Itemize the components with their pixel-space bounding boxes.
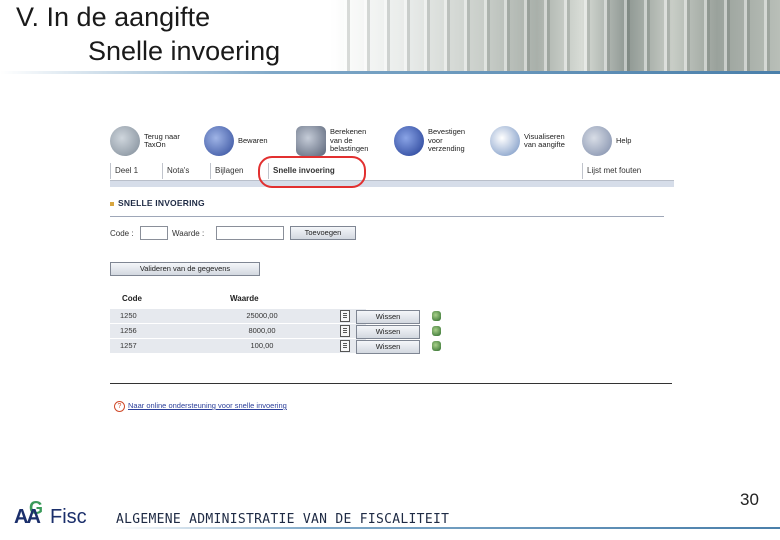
tab-bar — [110, 181, 674, 187]
validate-button[interactable]: Valideren van de gegevens — [110, 262, 260, 276]
toolbar-save-button[interactable]: Bewaren — [204, 120, 268, 162]
edit-icon[interactable] — [432, 326, 441, 336]
row-waarde: 100,00 — [158, 339, 366, 353]
footer-logo: G AA Fisc — [14, 498, 98, 534]
tab-strip: Deel 1 Nota's Bijlagen Snelle invoering … — [110, 162, 674, 181]
tab-highlight-circle — [258, 156, 366, 188]
toolbar-back-button[interactable]: Terug naar TaxOn — [110, 120, 180, 162]
header-photo — [330, 0, 780, 72]
back-arrow-icon — [110, 126, 140, 156]
section-title: SNELLE INVOERING — [110, 198, 205, 208]
document-icon[interactable] — [340, 325, 350, 337]
tab-lijst-met-fouten[interactable]: Lijst met fouten — [582, 163, 645, 179]
pen-sign-icon — [394, 126, 424, 156]
tab-notas[interactable]: Nota's — [162, 163, 193, 179]
app-screenshot: Terug naar TaxOn Bewaren Berekenen van d… — [106, 112, 676, 422]
edit-icon[interactable] — [432, 341, 441, 351]
footer-organization: ALGEMENE ADMINISTRATIE VAN DE FISCALITEI… — [116, 512, 450, 527]
toolbar-back-label: Terug naar TaxOn — [144, 131, 180, 149]
edit-icon[interactable] — [432, 311, 441, 321]
tab-deel-1[interactable]: Deel 1 — [110, 163, 142, 179]
help-link[interactable]: Naar online ondersteuning voor snelle in… — [128, 401, 287, 410]
document-icon[interactable] — [340, 310, 350, 322]
add-button[interactable]: Toevoegen — [290, 226, 356, 240]
toolbar-view-button[interactable]: Visualiseren van aangifte — [490, 120, 565, 162]
column-header-code: Code — [122, 294, 142, 303]
toolbar-help-label: Help — [616, 135, 632, 145]
slide-title: V. In de aangifte Snelle invoering — [16, 0, 280, 68]
header-rule — [0, 71, 780, 74]
code-input[interactable] — [140, 226, 168, 240]
column-header-waarde: Waarde — [230, 294, 259, 303]
section-title-text: SNELLE INVOERING — [118, 198, 205, 208]
content-bottom-rule — [110, 383, 672, 384]
table-row: 1256 8000,00 — [110, 324, 366, 338]
calculator-icon — [296, 126, 326, 156]
row-waarde: 8000,00 — [158, 324, 366, 338]
table-row: 1250 25000,00 — [110, 309, 366, 323]
code-label: Code : — [110, 229, 134, 238]
help-circle-icon: ? — [114, 401, 125, 412]
toolbar-confirm-button[interactable]: Bevestigen voor verzending — [394, 120, 465, 162]
toolbar-confirm-label: Bevestigen voor verzending — [428, 127, 466, 154]
slide-title-line-1: V. In de aangifte — [16, 2, 211, 32]
toolbar-save-label: Bewaren — [238, 135, 268, 145]
delete-button[interactable]: Wissen — [356, 325, 420, 339]
delete-button[interactable]: Wissen — [356, 310, 420, 324]
toolbar-view-label: Visualiseren van aangifte — [524, 131, 565, 149]
row-waarde: 25000,00 — [158, 309, 366, 323]
save-disk-icon — [204, 126, 234, 156]
eye-icon — [490, 126, 520, 156]
toolbar-help-button[interactable]: Help — [582, 120, 631, 162]
slide-title-line-2: Snelle invoering — [88, 36, 281, 66]
logo-aa: AA — [14, 506, 41, 528]
toolbar: Terug naar TaxOn Bewaren Berekenen van d… — [106, 120, 676, 162]
table-row: 1257 100,00 — [110, 339, 366, 353]
delete-button[interactable]: Wissen — [356, 340, 420, 354]
footer-rule — [112, 527, 780, 529]
tab-bijlagen[interactable]: Bijlagen — [210, 163, 247, 179]
waarde-label: Waarde : — [172, 229, 205, 238]
section-rule — [110, 216, 664, 217]
logo-fisc: Fisc — [50, 506, 87, 528]
question-mark-icon — [582, 126, 612, 156]
page-number: 30 — [740, 490, 759, 509]
waarde-input[interactable] — [216, 226, 284, 240]
document-icon[interactable] — [340, 340, 350, 352]
toolbar-calculate-label: Berekenen van de belastingen — [330, 127, 369, 154]
